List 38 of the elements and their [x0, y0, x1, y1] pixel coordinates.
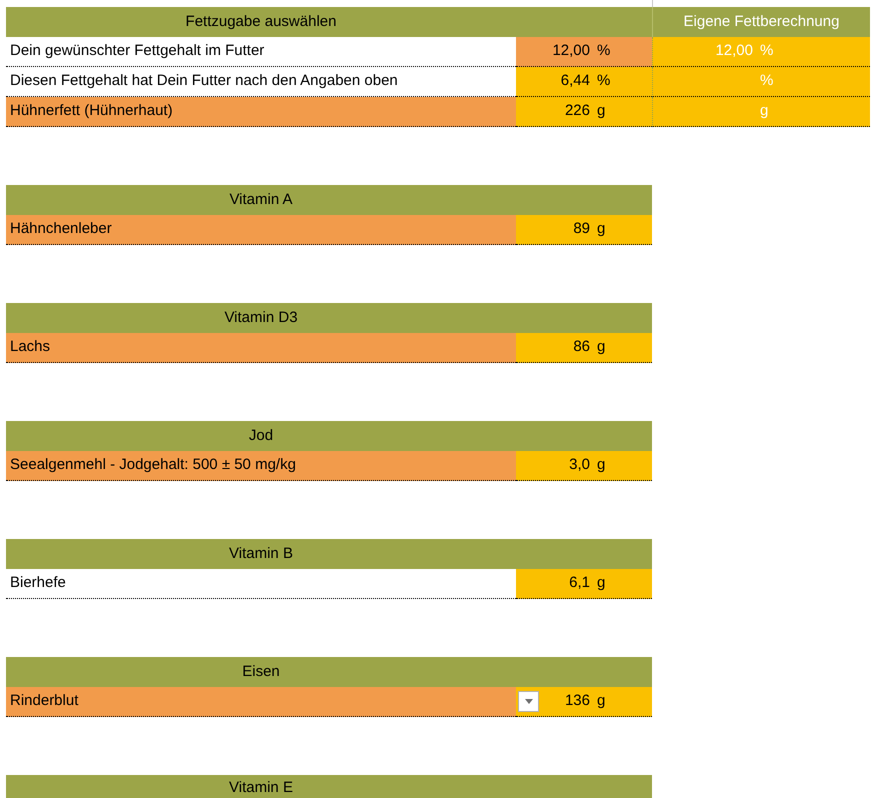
unit-text: g — [597, 691, 606, 712]
section-title: Vitamin B — [228, 544, 294, 564]
unit-text: g — [597, 573, 606, 594]
unit-text: % — [760, 41, 774, 62]
value-text: 136 — [564, 691, 590, 712]
dropdown-button[interactable] — [518, 691, 539, 712]
caret-icon — [524, 699, 532, 704]
section-title: Eisen — [241, 662, 281, 682]
unit-text: g — [597, 337, 606, 358]
value-text: 12,00 — [551, 41, 590, 62]
side-title: Eigene Fettberechnung — [684, 12, 840, 32]
section-title: Jod — [248, 426, 274, 446]
value-text: 6,1 — [568, 573, 590, 594]
unit-text: g — [597, 455, 606, 476]
row-label: Dein gewünschter Fettgehalt im Futter — [10, 41, 264, 62]
row-label: Seealgenmehl - Jodgehalt: 500 ± 50 mg/kg — [10, 455, 296, 476]
value-text: 226 — [564, 101, 590, 122]
unit-text: % — [597, 71, 610, 92]
value-text: 12,00 — [714, 41, 753, 62]
row-label: Hähnchenleber — [10, 219, 112, 240]
value-text: 89 — [572, 219, 590, 240]
section-title: Vitamin D3 — [223, 308, 299, 328]
unit-text: % — [760, 71, 774, 92]
value-text: 6,44 — [560, 71, 590, 92]
row-label: Lachs — [10, 337, 50, 358]
row-label: Hühnerfett (Hühnerhaut) — [10, 101, 173, 122]
value-text: 86 — [572, 337, 590, 358]
unit-text: g — [597, 101, 606, 122]
unit-text: % — [597, 41, 610, 62]
value-text: 3,0 — [568, 455, 590, 476]
unit-text: g — [597, 219, 606, 240]
section-title: Vitamin A — [228, 190, 294, 210]
section-title: Fettzugabe auswählen — [184, 12, 338, 32]
section-title: Vitamin E — [228, 778, 294, 798]
row-label: Diesen Fettgehalt hat Dein Futter nach den Angaben oben — [10, 71, 398, 92]
row-label: Bierhefe — [10, 573, 66, 594]
unit-text: g — [760, 101, 768, 122]
row-label: Rinderblut — [10, 691, 78, 712]
